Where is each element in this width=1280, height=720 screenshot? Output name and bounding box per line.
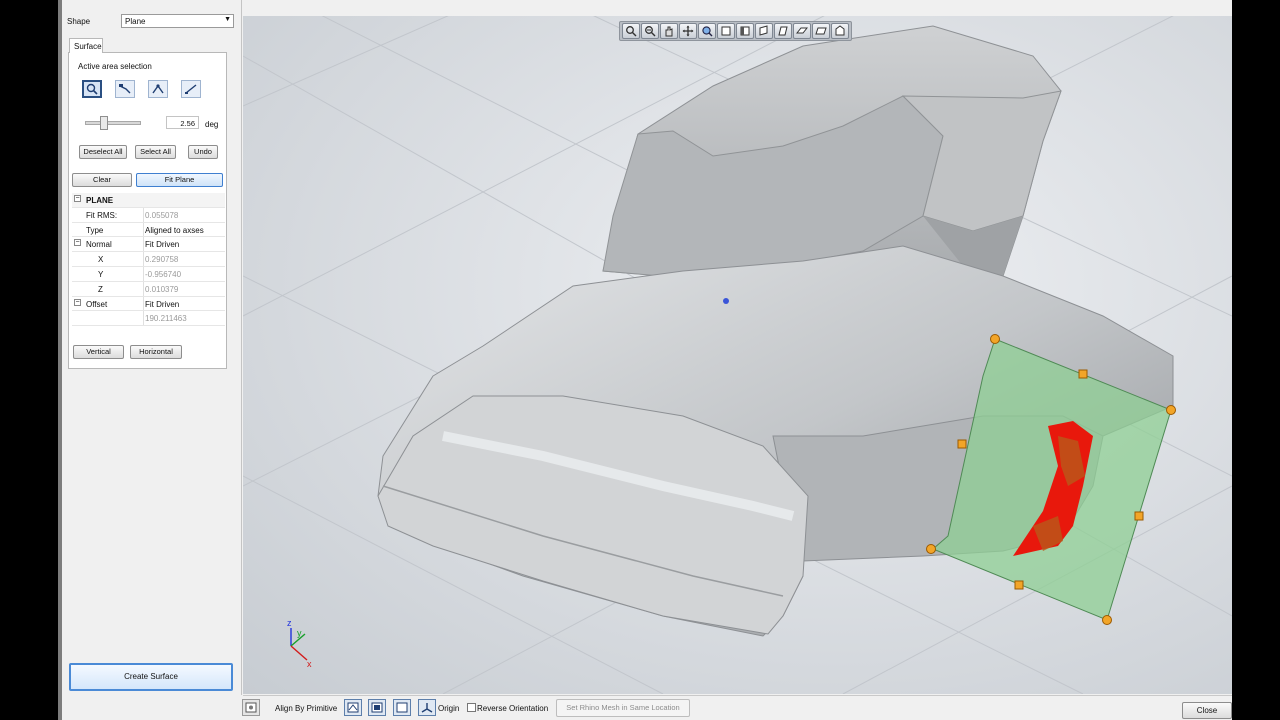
angle-input[interactable]: 2.56 xyxy=(166,116,199,129)
axis-x-label: x xyxy=(307,659,312,669)
axis-z-label: z xyxy=(287,618,292,628)
angle-slider-thumb[interactable] xyxy=(100,116,108,130)
property-row-type[interactable]: Type Aligned to axses xyxy=(72,222,225,238)
angle-slider[interactable] xyxy=(85,116,141,130)
view-bottom-icon[interactable] xyxy=(793,23,811,39)
type-label: Type xyxy=(86,225,104,235)
align-plane-icon[interactable] xyxy=(344,699,362,716)
normal-value[interactable]: Fit Driven xyxy=(145,240,179,249)
reverse-orientation-label[interactable]: Reverse Orientation xyxy=(477,704,548,713)
select-paint-tool-button[interactable] xyxy=(82,80,102,98)
axis-y-label: y xyxy=(297,628,302,638)
close-button[interactable]: Close xyxy=(1182,702,1232,719)
z-label: Z xyxy=(98,284,103,294)
view-iso-icon[interactable] xyxy=(774,23,792,39)
property-row-offset[interactable]: − Offset Fit Driven xyxy=(72,296,225,312)
view-top-icon[interactable] xyxy=(736,23,754,39)
align-by-primitive-label: Align By Primitive xyxy=(275,704,338,713)
shape-dropdown-value: Plane xyxy=(125,17,146,26)
collapse-icon[interactable]: − xyxy=(74,239,81,247)
property-row-y: Y -0.956740 xyxy=(72,266,225,282)
property-row-offset-number: 190.211463 xyxy=(72,311,225,327)
type-value[interactable]: Aligned to axses xyxy=(145,226,204,235)
axis-triad: z y x xyxy=(287,618,312,669)
move-arrows-icon[interactable] xyxy=(679,23,697,39)
origin-label: Origin xyxy=(438,704,460,713)
y-label: Y xyxy=(98,269,104,279)
select-all-button[interactable]: Select All xyxy=(135,145,176,159)
magnifier-select-icon xyxy=(86,83,98,95)
property-row-z: Z 0.010379 xyxy=(72,281,225,297)
property-row-normal[interactable]: − Normal Fit Driven xyxy=(72,237,225,253)
horizontal-button[interactable]: Horizontal xyxy=(130,345,182,359)
surface-panel: Shape Plane ▼ Surface Active area select… xyxy=(62,0,242,695)
y-value: -0.956740 xyxy=(145,269,182,279)
pan-hand-icon[interactable] xyxy=(660,23,678,39)
plane-properties-table: − PLANE Fit RMS: 0.055078 Type Aligned t… xyxy=(72,193,225,327)
view-back-icon[interactable] xyxy=(812,23,830,39)
angle-unit-label: deg xyxy=(205,120,219,129)
align-icon[interactable] xyxy=(242,699,260,716)
offset-label: Offset xyxy=(86,299,108,309)
reverse-orientation-checkbox[interactable] xyxy=(467,703,476,712)
lasso-select-icon xyxy=(152,84,164,94)
zoom-extents-icon[interactable] xyxy=(698,23,716,39)
x-label: X xyxy=(98,255,104,265)
property-row-fit-rms: Fit RMS: 0.055078 xyxy=(72,207,225,223)
brush-select-icon xyxy=(119,84,131,94)
screen-frame-right xyxy=(1232,0,1280,720)
view-toolbar xyxy=(619,21,852,41)
origin-icon[interactable] xyxy=(418,699,436,716)
offset-value[interactable]: Fit Driven xyxy=(145,300,179,309)
undo-button[interactable]: Undo xyxy=(188,145,218,159)
3d-viewport[interactable]: z y x xyxy=(243,16,1232,694)
line-select-icon xyxy=(185,84,197,94)
fit-rms-value: 0.055078 xyxy=(145,210,179,220)
collapse-icon[interactable]: − xyxy=(74,298,81,306)
zoom-icon[interactable] xyxy=(622,23,640,39)
active-area-selection-label: Active area selection xyxy=(78,62,152,71)
view-right-icon[interactable] xyxy=(755,23,773,39)
align-point-icon[interactable] xyxy=(393,699,411,716)
bottom-toolbar: Align By Primitive Origin Reverse Orient… xyxy=(242,695,1232,720)
collapse-icon[interactable]: − xyxy=(74,195,81,202)
zoom-window-icon[interactable] xyxy=(641,23,659,39)
align-vector-icon[interactable] xyxy=(368,699,386,716)
mesh-marker xyxy=(723,298,729,304)
property-group-plane[interactable]: − PLANE xyxy=(72,193,225,208)
offset-number-value: 190.211463 xyxy=(145,314,187,324)
shape-dropdown[interactable]: Plane ▼ xyxy=(121,14,234,28)
clear-button[interactable]: Clear xyxy=(72,173,132,187)
dropdown-arrow-icon: ▼ xyxy=(224,16,231,23)
tab-surface[interactable]: Surface xyxy=(69,38,103,53)
deselect-all-button[interactable]: Deselect All xyxy=(79,145,127,159)
normal-label: Normal xyxy=(86,240,112,250)
vertical-button[interactable]: Vertical xyxy=(73,345,124,359)
set-rhino-mesh-button[interactable]: Set Rhino Mesh in Same Location xyxy=(556,699,690,717)
fit-rms-label: Fit RMS: xyxy=(86,210,118,220)
z-value: 0.010379 xyxy=(145,284,179,294)
3d-scene[interactable]: z y x xyxy=(243,16,1232,694)
shape-label: Shape xyxy=(67,17,91,26)
select-lasso-tool-button[interactable] xyxy=(148,80,168,98)
select-brush-tool-button[interactable] xyxy=(115,80,135,98)
view-front-icon[interactable] xyxy=(717,23,735,39)
select-line-tool-button[interactable] xyxy=(181,80,201,98)
x-value: 0.290758 xyxy=(145,255,179,265)
property-row-x: X 0.290758 xyxy=(72,252,225,267)
fit-plane-button[interactable]: Fit Plane xyxy=(136,173,223,187)
property-group-label: PLANE xyxy=(86,196,114,205)
surface-tab-content: Active area selection 2.56 deg Deselect … xyxy=(68,52,227,369)
screen-frame-left xyxy=(0,0,58,720)
create-surface-button[interactable]: Create Surface xyxy=(69,663,233,691)
view-perspective-icon[interactable] xyxy=(831,23,849,39)
